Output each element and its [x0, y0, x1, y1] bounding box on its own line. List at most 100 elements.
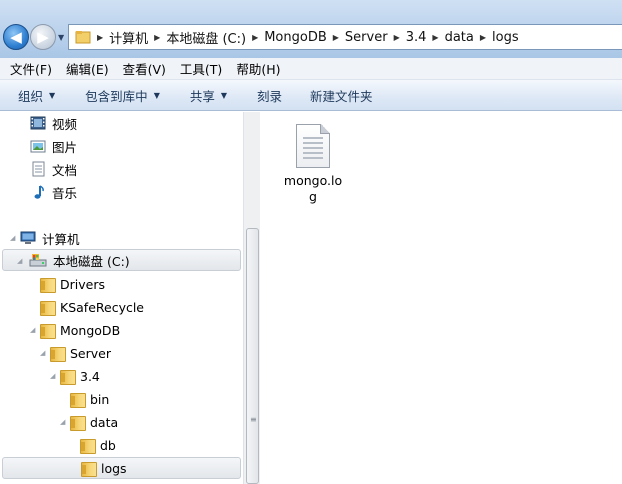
folder-icon [50, 345, 66, 362]
share-button[interactable]: 共享 ▼ [190, 86, 227, 105]
music-library-icon [34, 185, 44, 199]
folder-icon [81, 460, 97, 477]
tree-item-ksaferecycle[interactable]: KSafeRecycle [40, 296, 144, 318]
breadcrumb-data[interactable]: data [445, 30, 474, 45]
navigation-bar: ◀ ▶ ▼ ▶ 计算机 ▶ 本地磁盘 (C:) ▶ MongoDB ▶ Serv… [0, 0, 622, 58]
folder-icon [70, 414, 86, 431]
tree-label: bin [90, 391, 110, 407]
burn-label: 刻录 [257, 88, 283, 104]
computer-icon [20, 231, 36, 244]
drive-icon [29, 254, 47, 267]
collapse-arrow-icon[interactable]: ◢ [50, 372, 55, 380]
menu-file[interactable]: 文件(F) [10, 59, 52, 78]
tree-label: 文档 [52, 162, 78, 178]
tree-label: 本地磁盘 (C:) [53, 253, 130, 269]
organize-button[interactable]: 组织 ▼ [18, 86, 55, 105]
tree-item-db[interactable]: db [80, 434, 116, 456]
menu-edit[interactable]: 编辑(E) [66, 59, 109, 78]
breadcrumb-separator-icon[interactable]: ▶ [432, 33, 438, 42]
tree-item-local-disk[interactable]: ◢ 本地磁盘 (C:) [2, 249, 241, 271]
breadcrumb-separator-icon[interactable]: ▶ [252, 33, 258, 42]
tree-label: KSafeRecycle [60, 299, 145, 315]
dropdown-caret-icon: ▼ [220, 90, 228, 100]
forward-arrow-icon: ▶ [37, 28, 49, 46]
tree-label: Server [70, 345, 111, 361]
folder-icon [80, 437, 96, 454]
folder-icon [40, 322, 56, 339]
folder-icon [60, 368, 76, 385]
tree-label: 音乐 [52, 185, 78, 201]
folder-icon [40, 299, 56, 316]
collapse-arrow-icon[interactable]: ◢ [30, 326, 35, 334]
collapse-arrow-icon[interactable]: ◢ [40, 349, 45, 357]
burn-button[interactable]: 刻录 [257, 86, 282, 105]
breadcrumb-separator-icon[interactable]: ▶ [333, 33, 339, 42]
breadcrumb-separator-icon[interactable]: ▶ [97, 33, 103, 42]
breadcrumb-separator-icon[interactable]: ▶ [480, 33, 486, 42]
include-in-library-label: 包含到库中 [85, 88, 148, 104]
scrollbar-thumb[interactable] [246, 228, 259, 484]
menu-tools[interactable]: 工具(T) [180, 59, 222, 78]
text-file-icon [296, 124, 330, 168]
breadcrumb-separator-icon[interactable]: ▶ [154, 33, 160, 42]
breadcrumb-separator-icon[interactable]: ▶ [394, 33, 400, 42]
navigation-pane[interactable]: 视频 图片 文档 音乐 ◢ 计算机 ◢ 本地磁盘 (C:) Drivers KS… [0, 112, 243, 484]
tree-item-drivers[interactable]: Drivers [40, 273, 105, 295]
folder-icon [70, 391, 86, 408]
menu-bar: 文件(F) 编辑(E) 查看(V) 工具(T) 帮助(H) [0, 58, 622, 80]
tree-item-computer[interactable]: 计算机 [20, 227, 80, 249]
dropdown-caret-icon: ▼ [49, 90, 56, 100]
tree-item-bin[interactable]: bin [70, 388, 109, 410]
tree-label: Drivers [60, 276, 105, 292]
tree-item-server[interactable]: Server [50, 342, 111, 364]
tree-item-data[interactable]: data [70, 411, 118, 433]
share-label: 共享 [189, 88, 215, 104]
tree-label: 计算机 [42, 231, 80, 247]
include-in-library-button[interactable]: 包含到库中 ▼ [85, 86, 160, 105]
tree-item-mongodb[interactable]: MongoDB [40, 319, 120, 341]
folder-icon [40, 276, 56, 293]
menu-view[interactable]: 查看(V) [123, 59, 166, 78]
tree-label: MongoDB [60, 322, 121, 338]
breadcrumb-server[interactable]: Server [345, 30, 388, 45]
address-bar[interactable]: ▶ 计算机 ▶ 本地磁盘 (C:) ▶ MongoDB ▶ Server ▶ 3… [68, 24, 622, 50]
pictures-library-icon [30, 140, 46, 153]
breadcrumb-computer[interactable]: 计算机 [109, 28, 148, 47]
tree-label: data [90, 414, 119, 430]
back-arrow-icon: ◀ [10, 28, 22, 46]
breadcrumb-version[interactable]: 3.4 [406, 30, 427, 45]
new-folder-button[interactable]: 新建文件夹 [310, 86, 373, 105]
forward-button[interactable]: ▶ [30, 24, 56, 50]
command-toolbar: 组织 ▼ 包含到库中 ▼ 共享 ▼ 刻录 新建文件夹 [0, 80, 622, 111]
tree-label: db [100, 437, 116, 453]
menu-help[interactable]: 帮助(H) [236, 59, 280, 78]
collapse-arrow-icon[interactable]: ◢ [60, 418, 65, 426]
video-library-icon [30, 116, 46, 130]
tree-label: 3.4 [80, 368, 100, 384]
breadcrumb-logs[interactable]: logs [492, 30, 519, 45]
recent-pages-dropdown[interactable]: ▼ [58, 33, 64, 42]
breadcrumb-mongodb[interactable]: MongoDB [264, 30, 327, 45]
navigation-scrollbar[interactable]: ≡ [243, 112, 260, 484]
documents-library-icon [32, 161, 45, 177]
tree-label: 图片 [52, 139, 78, 155]
tree-item-music[interactable]: 音乐 [30, 181, 77, 203]
collapse-arrow-icon[interactable]: ◢ [17, 257, 22, 265]
back-button[interactable]: ◀ [3, 24, 29, 50]
tree-item-logs[interactable]: logs [2, 457, 241, 479]
tree-item-videos[interactable]: 视频 [30, 112, 77, 134]
file-item[interactable]: mongo.log [282, 124, 344, 205]
new-folder-label: 新建文件夹 [310, 88, 373, 104]
breadcrumb-local-disk[interactable]: 本地磁盘 (C:) [166, 28, 246, 47]
tree-label: logs [101, 460, 127, 476]
tree-item-documents[interactable]: 文档 [30, 158, 77, 180]
collapse-arrow-icon[interactable]: ◢ [10, 234, 15, 242]
tree-item-3-4[interactable]: 3.4 [60, 365, 100, 387]
organize-label: 组织 [18, 88, 44, 104]
folder-icon [75, 31, 91, 44]
file-list-pane[interactable]: mongo.log [260, 112, 622, 484]
tree-item-pictures[interactable]: 图片 [30, 135, 77, 157]
dropdown-caret-icon: ▼ [153, 90, 160, 100]
scrollbar-grip-icon: ≡ [250, 415, 257, 424]
file-name: mongo.log [283, 173, 343, 204]
